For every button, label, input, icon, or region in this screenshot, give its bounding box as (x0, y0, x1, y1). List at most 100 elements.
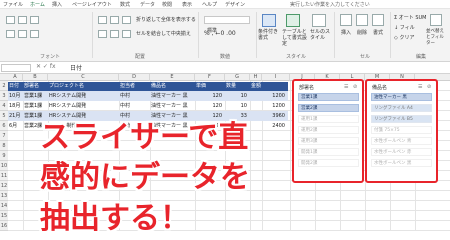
column-header[interactable]: D (119, 74, 150, 81)
formula-input[interactable]: 日付 (70, 63, 82, 72)
tab-file[interactable]: ファイル (3, 1, 23, 8)
row-header[interactable]: 5 (0, 111, 8, 121)
slicer-button[interactable]: 運用1課 (298, 115, 359, 123)
row-header[interactable]: 15 (0, 211, 8, 221)
align-right-icon[interactable] (122, 30, 131, 38)
table-cell[interactable]: 2400 (251, 121, 287, 131)
sort-filter-button[interactable]: 並べ替えとフィルター (426, 29, 448, 47)
row-header[interactable]: 13 (0, 191, 8, 201)
clear-button[interactable]: ◇ クリア (394, 34, 414, 41)
number-format-dropdown[interactable]: 標準 (204, 16, 250, 34)
table-cell[interactable]: 1200 (251, 101, 287, 111)
column-header[interactable]: E (150, 74, 195, 81)
table-cell[interactable]: 18月 (9, 101, 22, 111)
table-header-cell[interactable]: 金額 (250, 82, 288, 91)
slicer-department[interactable]: 部署名 ☰ ⊘ 営業1課 営業2課 運用1課 運用2課 運用3課 開発1課 開発2課 (292, 79, 364, 183)
tab-page-layout[interactable]: ページレイアウト (72, 1, 112, 8)
table-header-cell[interactable]: 担当者 (119, 82, 150, 91)
tab-review[interactable]: 校閲 (162, 1, 172, 8)
slicer-department-multiselect-icon[interactable]: ☰ (344, 84, 348, 90)
row-header[interactable]: 16 (0, 221, 8, 231)
tab-view[interactable]: 表示 (182, 1, 192, 8)
align-top-icon[interactable] (98, 16, 107, 24)
column-header[interactable]: C (48, 74, 119, 81)
table-cell[interactable]: 中村 (120, 91, 149, 101)
insert-cells-icon[interactable] (340, 14, 352, 26)
tab-home[interactable]: ホーム (30, 1, 45, 8)
table-cell[interactable]: 中村 (120, 101, 149, 111)
autosum-button[interactable]: Σ オート SUM (394, 14, 427, 21)
format-cells-button[interactable]: 書式 (373, 29, 383, 36)
row-header[interactable]: 6 (0, 121, 8, 131)
format-cells-icon[interactable] (372, 14, 384, 26)
underline-icon[interactable] (30, 16, 39, 24)
row-header[interactable]: 3 (0, 91, 8, 101)
fill-button[interactable]: ↓ フィル (394, 24, 415, 31)
row-header[interactable]: 11 (0, 171, 8, 181)
table-cell[interactable]: 21月 (9, 111, 22, 121)
table-cell[interactable]: 10月 (9, 91, 22, 101)
slicer-button[interactable]: リングファイル B5 (371, 115, 432, 123)
row-header[interactable]: 7 (0, 131, 8, 141)
table-cell[interactable]: HRシステム開発 (49, 101, 118, 111)
table-cell[interactable]: 油性マーカー 黒 (151, 91, 194, 101)
table-cell[interactable]: HRシステム開発 (49, 91, 118, 101)
cell-styles-icon[interactable] (312, 14, 326, 27)
slicer-button[interactable]: 付箋 75×75 (371, 126, 432, 134)
table-cell[interactable]: 1200 (251, 91, 287, 101)
row-header[interactable]: 9 (0, 151, 8, 161)
column-header[interactable]: F (195, 74, 225, 81)
row-header[interactable]: 10 (0, 161, 8, 171)
slicer-button[interactable]: 運用3課 (298, 137, 359, 145)
sort-filter-icon[interactable] (430, 14, 442, 26)
table-cell[interactable]: 6月 (9, 121, 22, 131)
column-header[interactable]: I (262, 74, 290, 81)
merge-center-button[interactable]: セルを結合して中央揃え (136, 30, 191, 37)
table-cell[interactable]: 営業1課 (24, 91, 47, 101)
wrap-text-button[interactable]: 折り返して全体を表示する (136, 16, 196, 23)
slicer-button[interactable]: 営業2課 (298, 104, 359, 112)
slicer-button[interactable]: リングファイル A4 (371, 104, 432, 112)
align-middle-icon[interactable] (110, 16, 119, 24)
tab-insert[interactable]: 挿入 (52, 1, 62, 8)
column-header[interactable]: B (23, 74, 48, 81)
row-header[interactable]: 14 (0, 201, 8, 211)
orientation-icon[interactable] (122, 16, 131, 24)
format-as-table-icon[interactable] (286, 14, 300, 27)
align-center-icon[interactable] (110, 30, 119, 38)
tell-me-search[interactable]: 実行したい作業を入力してください (290, 1, 370, 8)
row-header[interactable]: 2 (0, 81, 8, 91)
number-format-icons[interactable]: % , ←0 .00 (204, 30, 236, 37)
fill-color-icon[interactable] (18, 30, 27, 38)
column-header[interactable]: G (225, 74, 250, 81)
table-header-cell[interactable]: 備品名 (150, 82, 195, 91)
column-header[interactable]: H (250, 74, 262, 81)
formula-bar-fx-icons[interactable]: ✕ ✓ fx (36, 63, 56, 70)
slicer-button[interactable]: 開発1課 (298, 148, 359, 156)
tab-data[interactable]: データ (140, 1, 155, 8)
slicer-item-clear-filter-icon[interactable]: ⊘ (427, 84, 431, 90)
name-box[interactable] (1, 64, 31, 72)
tab-formulas[interactable]: 数式 (120, 1, 130, 8)
align-left-icon[interactable] (98, 30, 107, 38)
table-cell[interactable]: 120 (196, 91, 224, 101)
conditional-format-icon[interactable] (262, 14, 276, 27)
slicer-button[interactable]: 開発2課 (298, 159, 359, 167)
table-header-cell[interactable]: プロジェクト名 (48, 82, 119, 91)
row-header[interactable]: 12 (0, 181, 8, 191)
table-cell[interactable]: 10 (226, 101, 249, 111)
slicer-item-multiselect-icon[interactable]: ☰ (418, 84, 422, 90)
insert-cells-button[interactable]: 挿入 (341, 29, 351, 36)
table-cell[interactable]: 営業1課 (24, 101, 47, 111)
tab-help[interactable]: ヘルプ (202, 1, 217, 8)
slicer-department-clear-filter-icon[interactable]: ⊘ (353, 84, 357, 90)
slicer-item[interactable]: 備品名 ☰ ⊘ 油性マーカー 黒リングファイル A4 リングファイル B5 付箋 7… (365, 79, 438, 183)
table-cell[interactable]: 油性マーカー 黒 (151, 101, 194, 111)
table-header-cell[interactable]: 日付 (8, 82, 23, 91)
slicer-button[interactable]: 水性ボールペン 黒 (371, 159, 432, 167)
row-header[interactable]: 8 (0, 141, 8, 151)
delete-cells-button[interactable]: 削除 (357, 29, 367, 36)
column-header[interactable]: A (8, 74, 23, 81)
table-cell[interactable]: 3960 (251, 111, 287, 121)
row-header[interactable]: 4 (0, 101, 8, 111)
